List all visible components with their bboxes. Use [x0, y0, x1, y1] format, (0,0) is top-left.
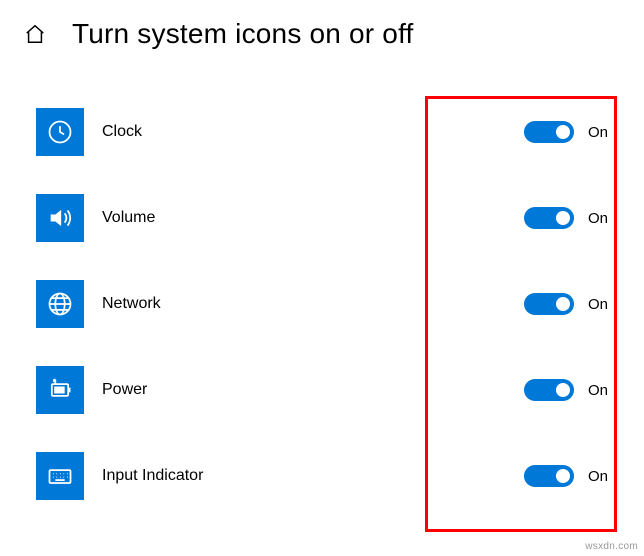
item-label: Power [102, 381, 524, 399]
toggle-volume[interactable] [524, 207, 574, 229]
toggle-power[interactable] [524, 379, 574, 401]
toggle-state-label: On [588, 468, 612, 485]
home-icon[interactable] [22, 21, 48, 47]
item-label: Clock [102, 123, 524, 141]
watermark-text: wsxdn.com [585, 541, 638, 552]
toggle-group-volume: On [524, 207, 622, 229]
toggle-network[interactable] [524, 293, 574, 315]
item-label: Volume [102, 209, 524, 227]
network-icon [36, 280, 84, 328]
item-row-clock: Clock On [36, 108, 622, 156]
toggle-group-clock: On [524, 121, 622, 143]
toggle-state-label: On [588, 296, 612, 313]
toggle-state-label: On [588, 124, 612, 141]
items-list: Clock On Volume On Network [22, 108, 622, 500]
item-label: Network [102, 295, 524, 313]
page-title: Turn system icons on or off [72, 18, 414, 50]
toggle-group-network: On [524, 293, 622, 315]
toggle-state-label: On [588, 210, 612, 227]
item-row-power: Power On [36, 366, 622, 414]
volume-icon [36, 194, 84, 242]
item-row-input-indicator: Input Indicator On [36, 452, 622, 500]
page-header: Turn system icons on or off [22, 18, 622, 50]
item-label: Input Indicator [102, 467, 524, 485]
toggle-group-power: On [524, 379, 622, 401]
item-row-network: Network On [36, 280, 622, 328]
item-row-volume: Volume On [36, 194, 622, 242]
toggle-input-indicator[interactable] [524, 465, 574, 487]
power-icon [36, 366, 84, 414]
toggle-state-label: On [588, 382, 612, 399]
keyboard-icon [36, 452, 84, 500]
toggle-clock[interactable] [524, 121, 574, 143]
toggle-group-input-indicator: On [524, 465, 622, 487]
clock-icon [36, 108, 84, 156]
